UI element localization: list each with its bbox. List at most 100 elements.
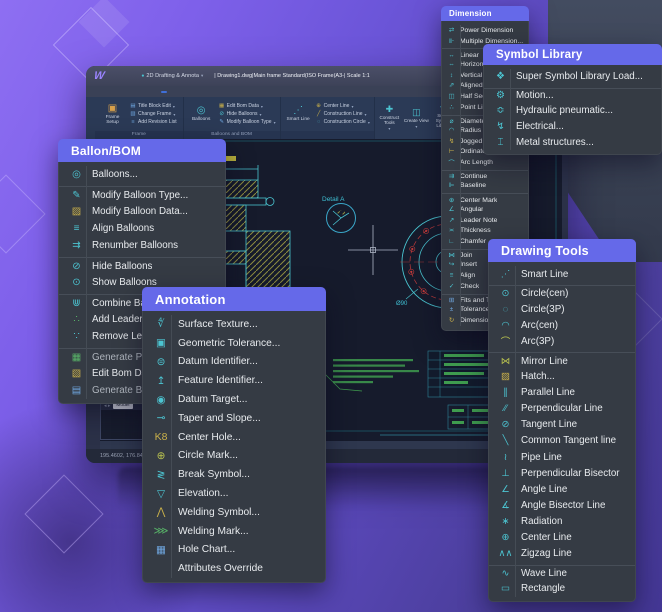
menu-item[interactable]: ∡ Angle Bisector Line <box>489 497 635 513</box>
ribbon-item[interactable]: ▤ Title Block Edit ▾ <box>130 103 179 109</box>
super-symbol-library-load-icon: ❖ <box>493 71 508 82</box>
modify-balloon-data-icon: ▨ <box>69 206 84 217</box>
menu-item[interactable]: ⊥ Perpendicular Bisector <box>489 465 635 481</box>
datum-target-icon: ◉ <box>153 394 169 406</box>
menu-item[interactable]: ⊕ Circle Mark... <box>143 447 325 466</box>
menu-item[interactable]: ▭ Rectangle <box>489 581 635 597</box>
frame-setup-icon: ▣ <box>108 104 117 114</box>
menu-item[interactable]: ↥ Feature Identifier... <box>143 371 325 390</box>
menu-item[interactable]: ◠ Arc(cen) <box>489 317 635 333</box>
menu-item-label: Hide Balloons <box>92 261 152 272</box>
menu-item[interactable]: ⋈ Mirror Line <box>489 352 635 368</box>
balloons-icon: ◎ <box>69 169 84 180</box>
taper-slope-icon: ⊸ <box>153 412 169 424</box>
menu-item[interactable]: K8 Center Hole... <box>143 428 325 447</box>
menu-item-label: Angular <box>460 206 483 213</box>
ribbon-item-label: Construction Circle <box>324 119 366 125</box>
menu-item-label: Check <box>460 283 479 290</box>
menu-item[interactable]: ⇉ Renumber Balloons <box>59 237 225 254</box>
menu-item[interactable]: ∗ Radiation <box>489 513 635 529</box>
menu-item[interactable]: ∧∧ Zigzag Line <box>489 546 635 562</box>
menu-item[interactable]: ◌ Circle(3P) <box>489 301 635 317</box>
menu-item-label: Wave Line <box>521 568 567 579</box>
menu-item[interactable]: ⇉ Continue <box>442 170 528 181</box>
menu-item[interactable]: ≡ Align Balloons <box>59 220 225 237</box>
menu-item[interactable]: ∥ Parallel Line <box>489 385 635 401</box>
menu-item[interactable]: ⊘ Tangent Line <box>489 417 635 433</box>
menu-item[interactable]: ▨ Modify Balloon Data... <box>59 203 225 220</box>
menu-item[interactable]: ▦ Hole Chart... <box>143 541 325 560</box>
menu-item[interactable]: ⇄ Power Dimension <box>442 25 528 36</box>
menu-item-label: Balloons... <box>92 169 138 180</box>
angle-line-icon: ∠ <box>498 484 513 495</box>
menu-item[interactable]: ↯ Electrical... <box>484 119 661 135</box>
menu-tab[interactable] <box>161 91 167 93</box>
menu-item[interactable]: ◎ Balloons... <box>59 166 225 183</box>
ribbon-button-label: Construct Tools <box>377 115 402 125</box>
ordinate-icon: ⊢ <box>447 148 456 155</box>
menu-item[interactable]: Attributes Override <box>143 559 325 578</box>
menu-item-label: Welding Mark... <box>178 526 249 537</box>
menu-item[interactable]: ⊸ Taper and Slope... <box>143 409 325 428</box>
baseline-icon: ⊫ <box>447 182 456 189</box>
menu-item[interactable]: ≍ Thickness <box>442 225 528 236</box>
menu-item[interactable]: ⌒ Arc Length <box>442 157 528 168</box>
ribbon-item[interactable]: ╱ Construction Line ▾ <box>316 111 370 117</box>
workspace-switcher[interactable]: ● 2D Drafting & Annota ▾ <box>141 73 203 79</box>
menu-item-label: Welding Symbol... <box>178 507 260 518</box>
menu-item[interactable]: ≀ Pipe Line <box>489 449 635 465</box>
menu-item[interactable]: ∠ Angular <box>442 204 528 215</box>
ribbon-button[interactable]: ◫ Create View ▾ <box>404 99 429 137</box>
geometric-tolerance-icon: ▣ <box>153 337 169 349</box>
menu-item[interactable]: ▣ Geometric Tolerance... <box>143 334 325 353</box>
menu-item[interactable]: ╲ Common Tangent line <box>489 433 635 449</box>
menu-item-label: Motion... <box>516 90 554 101</box>
menu-item[interactable]: ≎ Hydraulic pneumatic... <box>484 103 661 119</box>
ribbon-item[interactable]: ◌ Construction Circle ▾ <box>316 119 370 125</box>
menu-item[interactable]: ≷ Break Symbol... <box>143 465 325 484</box>
ribbon-group-label: Frame <box>95 131 183 139</box>
ribbon-button[interactable]: ✚ Construct Tools ▾ <box>377 99 402 137</box>
balloons-button[interactable]: ◎ Balloons <box>188 106 215 122</box>
menu-item[interactable]: ∿ Wave Line <box>489 565 635 581</box>
smart-line-big-icon: ⋰ <box>293 106 303 116</box>
menu-item-label: Insert <box>460 261 477 268</box>
common-tangent-line-icon: ╲ <box>498 435 513 446</box>
menu-item[interactable]: ⊫ Baseline <box>442 181 528 192</box>
ribbon-item[interactable]: ≡ Add Revision List <box>130 119 179 125</box>
menu-item[interactable]: ◉ Datum Target... <box>143 390 325 409</box>
menu-item-label: Geometric Tolerance... <box>178 338 280 349</box>
menu-item[interactable]: ⊜ Datum Identifier... <box>143 353 325 372</box>
menu-item[interactable]: ⌒ Arc(3P) <box>489 333 635 349</box>
menu-item[interactable]: ∕∕ Perpendicular Line <box>489 401 635 417</box>
ribbon-item[interactable]: ⊕ Center Line ▾ <box>316 103 370 109</box>
menu-item[interactable]: ▽ Elevation... <box>143 484 325 503</box>
center-hole-icon: K8 <box>153 431 169 443</box>
menu-item[interactable]: ✎ Modify Balloon Type... <box>59 186 225 203</box>
menu-item-label: Jogged <box>460 138 482 145</box>
menu-item[interactable]: ↗ Leader Note <box>442 215 528 226</box>
ribbon-item[interactable]: ▦ Edit Bom Data ▾ <box>219 103 276 109</box>
frame-setup-button[interactable]: ▣ Frame Setup <box>99 104 126 125</box>
menu-item[interactable]: ⋙ Welding Mark... <box>143 522 325 541</box>
menu-item[interactable]: ⋰ Smart Line <box>489 266 635 282</box>
elevation-icon: ▽ <box>153 488 169 500</box>
menu-item[interactable]: ⚙ Motion... <box>484 88 661 104</box>
smart-line-button[interactable]: ⋰ Smart Line <box>285 106 312 122</box>
menu-item[interactable]: ⋀ Welding Symbol... <box>143 503 325 522</box>
construction-circle-icon: ◌ <box>316 119 322 125</box>
menu-item[interactable]: ∜ Surface Texture... <box>143 315 325 334</box>
ribbon-item[interactable]: ⊘ Hide Balloons ▾ <box>219 111 276 117</box>
menu-item[interactable]: ⊘ Hide Balloons <box>59 257 225 274</box>
ribbon-item[interactable]: ▧ Change Frame ▾ <box>130 111 179 117</box>
menu-item[interactable]: ⊕ Center Line <box>489 530 635 546</box>
menu-item[interactable]: ⊕ Center Mark <box>442 193 528 204</box>
ribbon-item-label: Change Frame <box>138 111 171 117</box>
jogged-icon: ↯ <box>447 138 456 145</box>
menu-item[interactable]: ⌶ Metal structures... <box>484 134 661 150</box>
menu-item[interactable]: ❖ Super Symbol Library Load... <box>484 69 661 85</box>
menu-item[interactable]: ⊙ Circle(cen) <box>489 285 635 301</box>
menu-item[interactable]: ∠ Angle Line <box>489 481 635 497</box>
ribbon-item[interactable]: ✎ Modify Balloon Type ▾ <box>219 119 276 125</box>
menu-item[interactable]: ▨ Hatch... <box>489 369 635 385</box>
